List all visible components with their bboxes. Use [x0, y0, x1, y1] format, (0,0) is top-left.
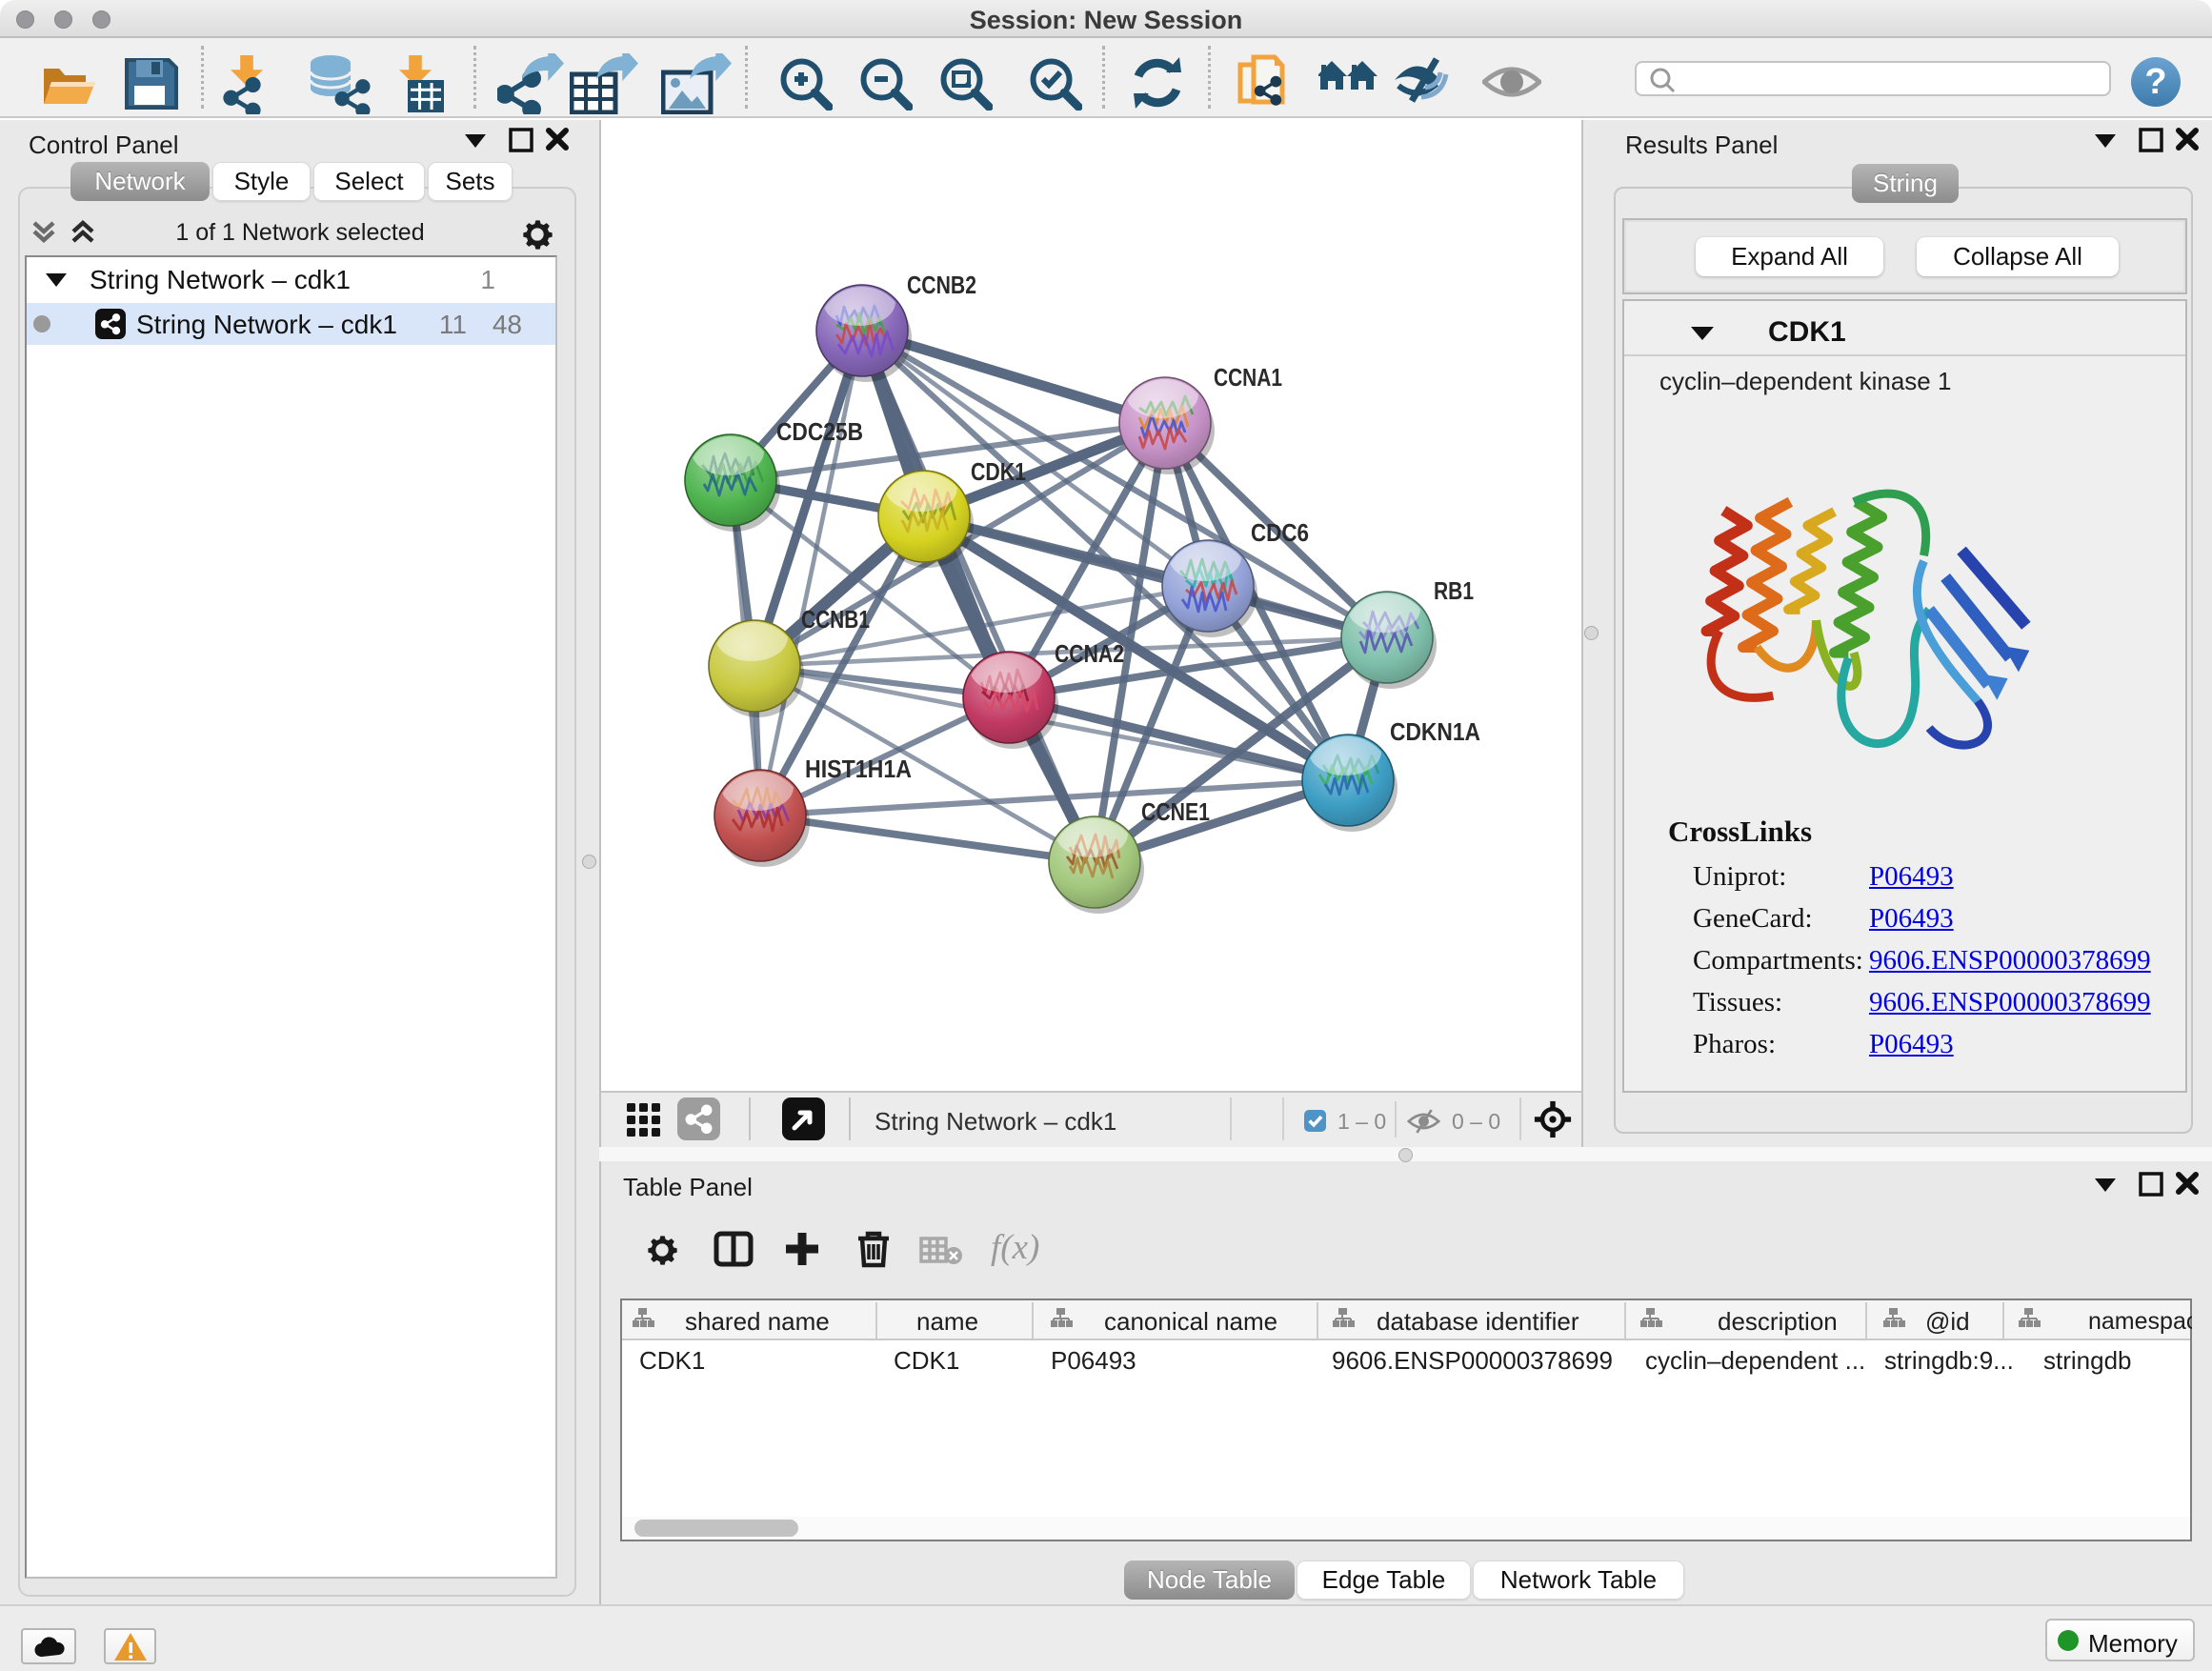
svg-text:CDKN1A: CDKN1A [1390, 717, 1480, 746]
svg-text:CCNB1: CCNB1 [801, 605, 870, 634]
svg-text:CCNB2: CCNB2 [907, 271, 976, 299]
svg-text:RB1: RB1 [1434, 576, 1474, 605]
svg-text:CDC25B: CDC25B [776, 417, 863, 446]
svg-text:CCNA1: CCNA1 [1214, 363, 1282, 392]
svg-text:CDK1: CDK1 [971, 457, 1026, 486]
svg-text:CDC6: CDC6 [1251, 518, 1309, 547]
svg-text:CCNE1: CCNE1 [1141, 797, 1210, 826]
svg-text:HIST1H1A: HIST1H1A [805, 755, 912, 783]
svg-text:CCNA2: CCNA2 [1055, 639, 1124, 668]
